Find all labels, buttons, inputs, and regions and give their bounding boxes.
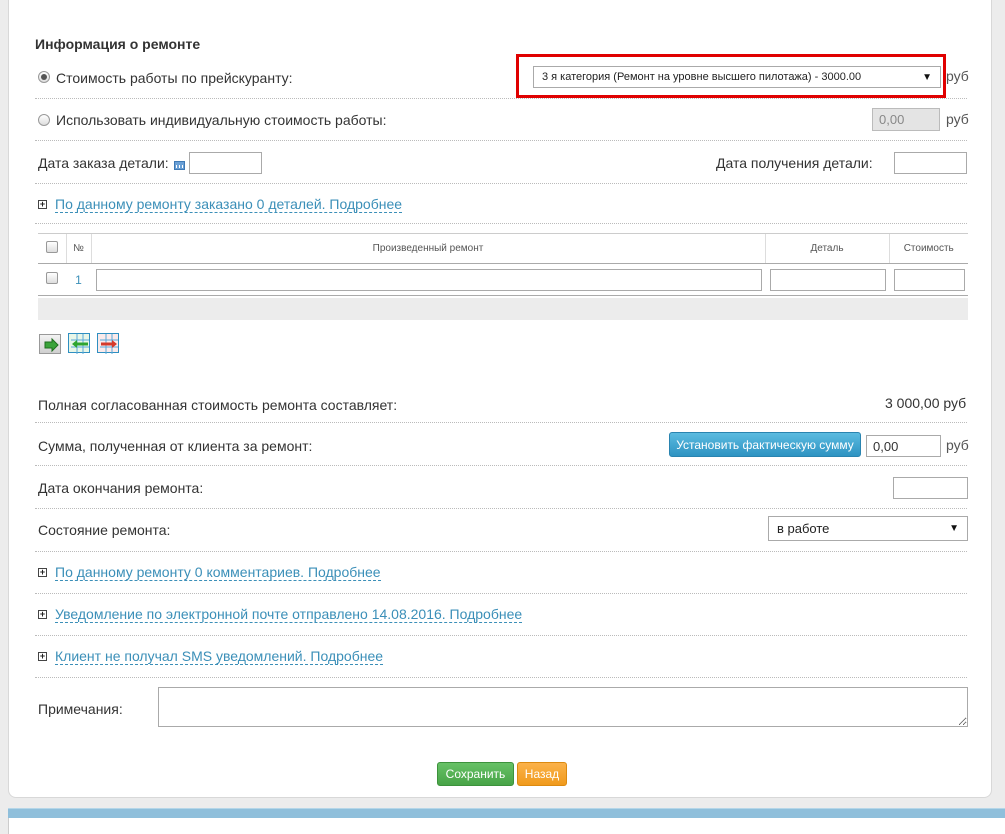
row-select-cell <box>38 263 66 296</box>
divider <box>35 677 967 678</box>
select-all-cell <box>38 233 66 264</box>
divider <box>35 551 967 552</box>
order-date-label: Дата заказа детали: <box>38 155 169 171</box>
custom-price-label: Использовать индивидуальную стоимость ра… <box>56 112 387 128</box>
price-list-unit: руб <box>946 68 969 84</box>
table-footer <box>38 298 968 320</box>
receive-date-label: Дата получения детали: <box>716 155 873 171</box>
chevron-down-icon: ▼ <box>949 523 959 534</box>
set-actual-sum-button[interactable]: Установить фактическую сумму <box>669 432 861 457</box>
status-select[interactable]: в работе ▼ <box>768 516 968 541</box>
comments-link[interactable]: По данному ремонту 0 комментариев. Подро… <box>55 565 381 581</box>
order-date-input[interactable] <box>189 152 262 174</box>
row-num: 1 <box>66 263 91 296</box>
section-title: Информация о ремонте <box>35 36 201 52</box>
add-row-icon[interactable] <box>68 333 90 354</box>
receive-date-input[interactable] <box>894 152 967 174</box>
divider <box>35 140 967 141</box>
divider <box>35 223 967 224</box>
divider <box>35 593 967 594</box>
divider <box>35 422 967 423</box>
repair-cell <box>91 263 765 296</box>
price-list-label: Стоимость работы по прейскуранту: <box>56 70 293 86</box>
expand-icon[interactable]: + <box>38 652 47 661</box>
price-list-radio[interactable] <box>38 71 50 83</box>
custom-price-input[interactable]: 0,00 <box>872 108 940 131</box>
email-link[interactable]: Уведомление по электронной почте отправл… <box>55 607 523 623</box>
sms-link[interactable]: Клиент не получал SMS уведомлений. Подро… <box>55 649 384 665</box>
divider <box>35 183 967 184</box>
repair-input[interactable] <box>96 268 762 291</box>
cost-input[interactable] <box>894 268 965 291</box>
save-button[interactable]: Сохранить <box>437 762 514 786</box>
col-num-header: № <box>65 233 91 264</box>
status-label: Состояние ремонта: <box>38 522 171 538</box>
custom-price-unit: руб <box>946 111 969 127</box>
divider <box>35 508 967 509</box>
expand-icon[interactable]: + <box>38 610 47 619</box>
select-all-checkbox[interactable] <box>45 241 58 253</box>
next-panel-edge <box>8 818 1005 834</box>
custom-price-radio[interactable] <box>38 114 50 126</box>
expand-icon[interactable]: + <box>38 200 47 209</box>
total-label: Полная согласованная стоимость ремонта с… <box>38 397 398 413</box>
col-cost-header: Стоимость <box>888 233 968 264</box>
divider <box>35 465 967 466</box>
total-value: 3 000,00 руб <box>885 395 967 411</box>
received-input[interactable]: 0,00 <box>866 435 941 457</box>
col-repair-header: Произведенный ремонт <box>90 233 765 264</box>
notes-label: Примечания: <box>38 701 123 717</box>
remove-row-icon[interactable] <box>97 333 119 354</box>
status-selected: в работе <box>777 521 830 536</box>
received-unit: руб <box>946 437 969 453</box>
calendar-icon[interactable] <box>174 161 185 170</box>
divider <box>35 635 967 636</box>
expand-icon[interactable]: + <box>38 568 47 577</box>
import-icon[interactable] <box>39 334 61 354</box>
parts-link[interactable]: По данному ремонту заказано 0 деталей. П… <box>55 197 403 213</box>
row-checkbox[interactable] <box>46 272 58 284</box>
notes-textarea[interactable] <box>158 687 968 727</box>
repairs-table: № Произведенный ремонт Деталь Стоимость … <box>38 233 968 296</box>
part-cell <box>765 263 889 296</box>
end-date-input[interactable] <box>893 477 968 499</box>
end-date-label: Дата окончания ремонта: <box>38 480 204 496</box>
cost-cell <box>889 263 968 296</box>
part-input[interactable] <box>770 268 886 291</box>
back-button[interactable]: Назад <box>517 762 567 786</box>
highlight-frame <box>516 54 946 98</box>
col-part-header: Деталь <box>764 233 889 264</box>
footer-bar <box>8 808 1005 818</box>
table-row: 1 <box>38 263 968 296</box>
received-label: Сумма, полученная от клиента за ремонт: <box>38 438 313 454</box>
divider <box>35 98 967 99</box>
